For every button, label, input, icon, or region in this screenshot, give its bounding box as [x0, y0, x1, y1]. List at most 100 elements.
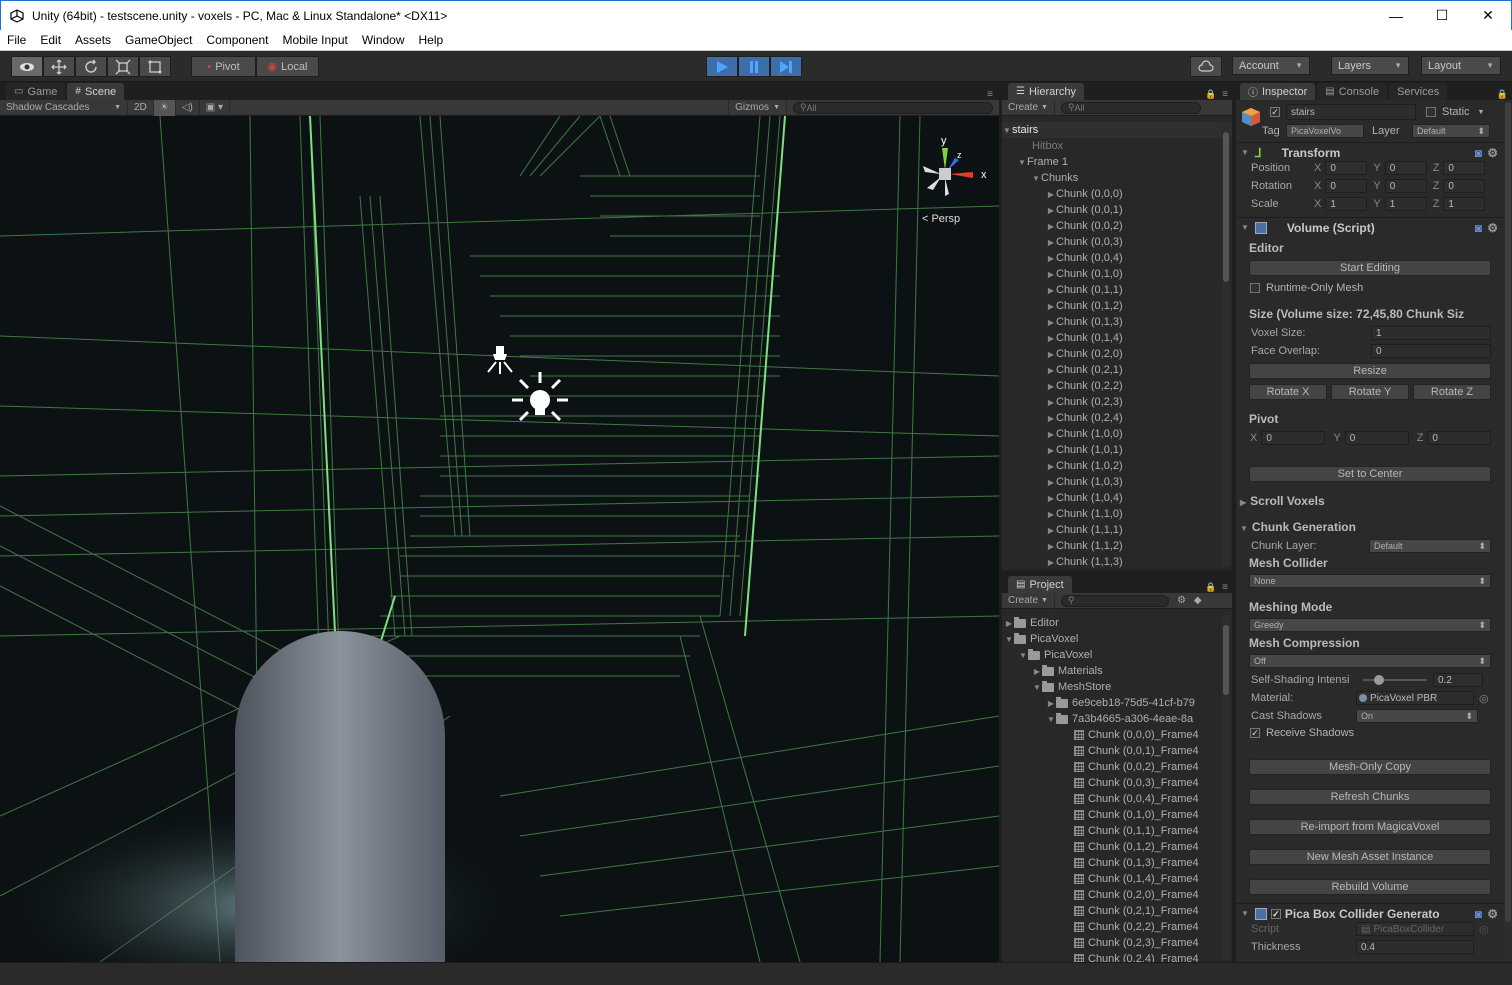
- menu-component[interactable]: Component: [199, 33, 275, 47]
- material-picker-icon[interactable]: ◎: [1479, 692, 1489, 705]
- hierarchy-item-stairs[interactable]: ▼ stairs: [1002, 122, 1232, 138]
- project-lock-icon[interactable]: 🔒: [1205, 582, 1216, 593]
- hierarchy-item-chunk[interactable]: ▶ Chunk (1,0,0): [1002, 426, 1232, 442]
- project-folder-materials[interactable]: ▶ Materials: [1002, 663, 1232, 679]
- mesh-compression-dropdown[interactable]: Off ⬍: [1249, 654, 1491, 668]
- filter-type-icon[interactable]: ⚙: [1177, 595, 1186, 606]
- self-shading-field[interactable]: 0.2: [1433, 673, 1483, 687]
- scale-y-field[interactable]: 1: [1384, 197, 1427, 211]
- project-folder-meshstore[interactable]: ▼ MeshStore: [1002, 679, 1232, 695]
- project-folder-editor[interactable]: ▶ Editor: [1002, 615, 1232, 631]
- filter-label-icon[interactable]: ◆: [1194, 595, 1202, 606]
- hierarchy-item-chunk[interactable]: ▶ Chunk (1,1,2): [1002, 538, 1232, 554]
- meshing-mode-dropdown[interactable]: Greedy ⬍: [1249, 618, 1491, 632]
- thickness-field[interactable]: 0.4: [1356, 940, 1474, 954]
- scale-x-field[interactable]: 1: [1325, 197, 1368, 211]
- pivot-x-field[interactable]: 0: [1261, 431, 1326, 445]
- rotation-y-field[interactable]: 0: [1384, 179, 1427, 193]
- audio-toggle[interactable]: ◁): [176, 99, 200, 116]
- scene-search-field[interactable]: ⚲ All: [793, 101, 993, 114]
- project-folder-picavoxel[interactable]: ▼ PicaVoxel: [1002, 631, 1232, 647]
- play-button[interactable]: [706, 56, 738, 77]
- cloud-button[interactable]: [1190, 56, 1222, 77]
- project-asset-item[interactable]: Chunk (0,0,1)_Frame4: [1002, 743, 1232, 759]
- hierarchy-item-chunk[interactable]: ▶ Chunk (0,0,4): [1002, 250, 1232, 266]
- position-y-field[interactable]: 0: [1384, 161, 1427, 175]
- step-button[interactable]: [770, 56, 802, 77]
- static-caret-icon[interactable]: ▼: [1478, 109, 1485, 116]
- static-checkbox[interactable]: [1426, 107, 1436, 117]
- menu-gameobject[interactable]: GameObject: [118, 33, 199, 47]
- project-asset-item[interactable]: Chunk (0,0,4)_Frame4: [1002, 791, 1232, 807]
- chunk-generation-foldout[interactable]: ▼ Chunk Generation: [1240, 520, 1356, 534]
- tab-inspector[interactable]: ⓘ Inspector: [1240, 83, 1316, 100]
- hierarchy-item-chunk[interactable]: ▶ Chunk (0,1,4): [1002, 330, 1232, 346]
- project-asset-item[interactable]: Chunk (0,1,3)_Frame4: [1002, 855, 1232, 871]
- project-asset-item[interactable]: Chunk (0,1,0)_Frame4: [1002, 807, 1232, 823]
- persp-label[interactable]: < Persp: [922, 213, 960, 225]
- volume-help-icon[interactable]: ◙: [1475, 221, 1482, 235]
- hierarchy-item-chunk[interactable]: ▶ Chunk (0,0,0): [1002, 186, 1232, 202]
- rect-tool-button[interactable]: [139, 56, 171, 77]
- project-folder-picavoxel-inner[interactable]: ▼ PicaVoxel: [1002, 647, 1232, 663]
- scene-viewport[interactable]: y x z < Persp: [0, 116, 999, 962]
- hierarchy-item-chunk[interactable]: ▶ Chunk (1,1,3): [1002, 554, 1232, 570]
- move-tool-button[interactable]: [43, 56, 75, 77]
- hierarchy-item-chunk[interactable]: ▶ Chunk (0,1,1): [1002, 282, 1232, 298]
- hierarchy-lock-icon[interactable]: 🔒: [1205, 89, 1216, 100]
- tag-dropdown[interactable]: PicaVoxelVo: [1286, 124, 1364, 138]
- runtime-only-checkbox[interactable]: [1250, 283, 1260, 293]
- material-field[interactable]: PicaVoxel PBR: [1356, 691, 1474, 705]
- volume-settings-icon[interactable]: ⚙: [1487, 221, 1498, 235]
- tab-game[interactable]: ▭ Game: [6, 83, 66, 100]
- scale-z-field[interactable]: 1: [1443, 197, 1486, 211]
- refresh-chunks-button[interactable]: Refresh Chunks: [1249, 789, 1491, 805]
- account-dropdown[interactable]: Account ▼: [1232, 56, 1310, 75]
- menu-window[interactable]: Window: [355, 33, 412, 47]
- hierarchy-item-chunk[interactable]: ▶ Chunk (0,2,0): [1002, 346, 1232, 362]
- start-editing-button[interactable]: Start Editing: [1249, 260, 1491, 276]
- rotation-z-field[interactable]: 0: [1443, 179, 1486, 193]
- 2d-toggle[interactable]: 2D: [128, 99, 154, 116]
- active-checkbox[interactable]: ✓: [1270, 107, 1280, 117]
- hierarchy-item-chunk[interactable]: ▶ Chunk (1,1,0): [1002, 506, 1232, 522]
- hierarchy-create-dropdown[interactable]: Create ▼: [1002, 99, 1055, 116]
- hierarchy-search-field[interactable]: ⚲ All: [1060, 101, 1201, 114]
- project-asset-item[interactable]: Chunk (0,0,2)_Frame4: [1002, 759, 1232, 775]
- resize-button[interactable]: Resize: [1249, 363, 1491, 379]
- rotate-x-button[interactable]: Rotate X: [1249, 384, 1327, 400]
- project-create-dropdown[interactable]: Create ▼: [1002, 592, 1055, 609]
- menu-help[interactable]: Help: [412, 33, 451, 47]
- project-asset-item[interactable]: Chunk (0,2,1)_Frame4: [1002, 903, 1232, 919]
- hierarchy-item-chunk[interactable]: ▶ Chunk (1,0,1): [1002, 442, 1232, 458]
- volume-header[interactable]: ▼ Volume (Script) ◙ ⚙: [1236, 217, 1512, 237]
- reimport-button[interactable]: Re-import from MagicaVoxel: [1249, 819, 1491, 835]
- inspector-scroll-thumb[interactable]: [1505, 102, 1511, 922]
- hierarchy-menu-icon[interactable]: ≡: [1222, 89, 1228, 100]
- inspector-lock-icon[interactable]: 🔒: [1497, 89, 1508, 100]
- shading-mode-dropdown[interactable]: Shadow Cascades ▼: [0, 99, 128, 116]
- chunk-layer-dropdown[interactable]: Default ⬍: [1369, 539, 1491, 553]
- rotate-tool-button[interactable]: [75, 56, 107, 77]
- runtime-only-toggle[interactable]: Runtime-Only Mesh: [1250, 282, 1363, 294]
- hierarchy-scroll-thumb[interactable]: [1223, 132, 1229, 282]
- menu-assets[interactable]: Assets: [68, 33, 118, 47]
- transform-settings-icon[interactable]: ⚙: [1487, 146, 1498, 160]
- receive-shadows-checkbox[interactable]: ✓: [1250, 728, 1260, 738]
- project-asset-item[interactable]: Chunk (0,2,3)_Frame4: [1002, 935, 1232, 951]
- hierarchy-item-chunk[interactable]: ▶ Chunk (0,1,3): [1002, 314, 1232, 330]
- collider-enabled-checkbox[interactable]: ✓: [1270, 908, 1281, 919]
- face-overlap-field[interactable]: 0: [1371, 344, 1491, 358]
- object-name-field[interactable]: stairs: [1286, 104, 1416, 120]
- menu-file[interactable]: File: [0, 33, 33, 47]
- hierarchy-scrollbar[interactable]: [1222, 122, 1230, 566]
- local-button[interactable]: ◉ Local: [256, 56, 319, 77]
- voxel-size-field[interactable]: 1: [1371, 326, 1491, 340]
- tab-services[interactable]: Services: [1389, 83, 1448, 100]
- project-menu-icon[interactable]: ≡: [1222, 582, 1228, 593]
- project-asset-item[interactable]: Chunk (0,0,0)_Frame4: [1002, 727, 1232, 743]
- project-folder-guid1[interactable]: ▶ 6e9ceb18-75d5-41cf-b79: [1002, 695, 1232, 711]
- project-asset-item[interactable]: Chunk (0,1,1)_Frame4: [1002, 823, 1232, 839]
- tab-scene[interactable]: # Scene: [67, 83, 125, 100]
- static-toggle[interactable]: Static ▼: [1426, 106, 1484, 118]
